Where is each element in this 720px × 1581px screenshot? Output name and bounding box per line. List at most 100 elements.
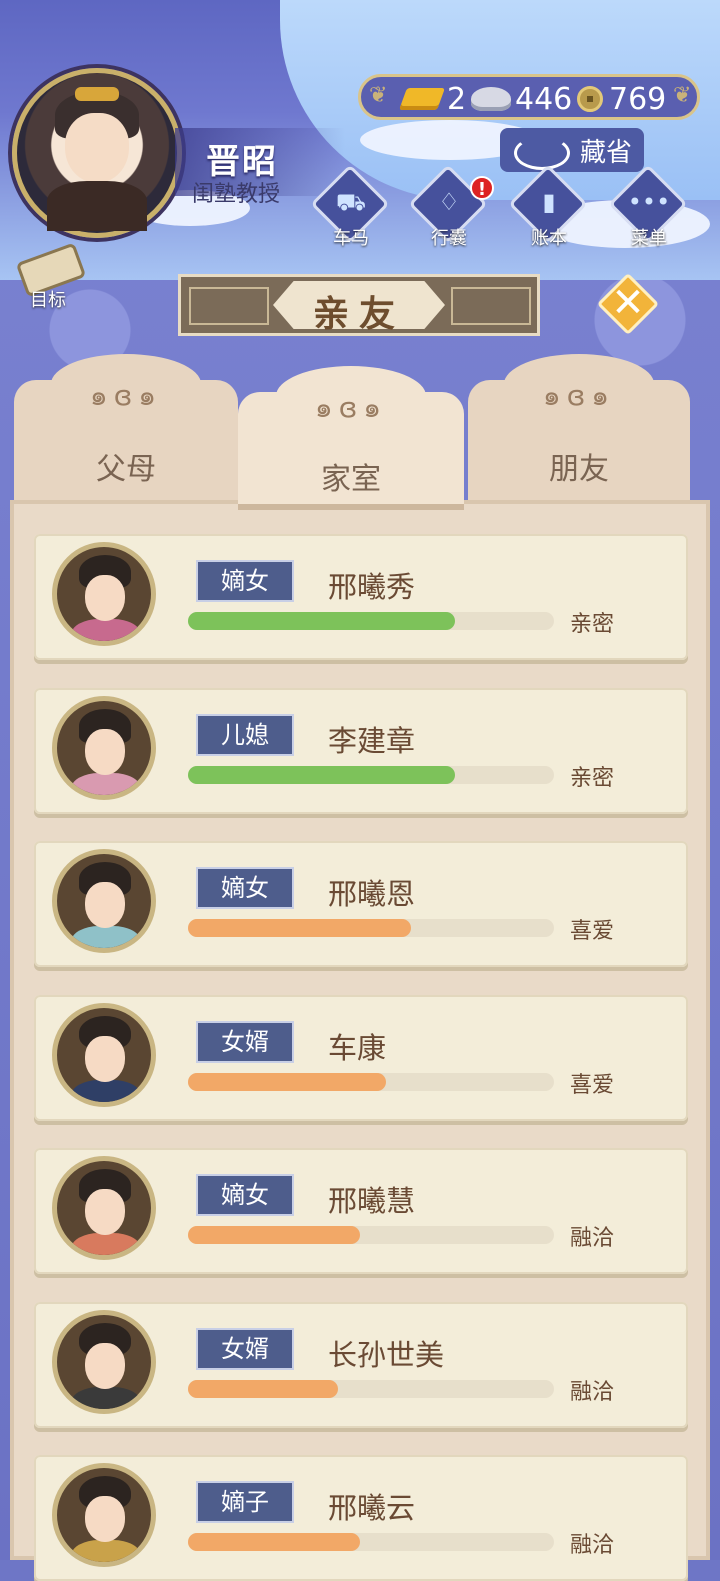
affection-bar: [188, 919, 554, 937]
ledger-button[interactable]: ▮ 账本: [508, 164, 588, 249]
player-avatar[interactable]: [12, 68, 182, 238]
relation-status: 融洽: [570, 1379, 615, 1405]
portrait-face: [85, 1342, 125, 1389]
relative-name: 车康: [328, 1030, 387, 1065]
notification-badge: !: [470, 176, 494, 200]
relative-card[interactable]: 嫡子 邢曦云 融洽: [34, 1455, 688, 1581]
gold-counter[interactable]: 2: [398, 81, 467, 117]
relative-role: 女婿: [196, 1020, 294, 1063]
affection-bar: [188, 1379, 554, 1398]
tab-family[interactable]: ๑ɞ๑ 家室: [238, 366, 464, 510]
affection-bar: [188, 765, 554, 784]
teapot-icon: [514, 136, 570, 170]
portrait-body: [71, 772, 141, 795]
collection-label: 藏省: [580, 138, 633, 168]
gold-amount: 2: [447, 81, 467, 117]
relation-status: 融洽: [570, 1226, 615, 1251]
affection-bar: [188, 612, 554, 630]
menu-label: 车马: [333, 228, 369, 249]
avatar-face: [65, 113, 129, 183]
portrait-face: [85, 728, 125, 775]
ledger-icon: ▮: [542, 188, 556, 216]
bamboo-icon: ❦: [673, 83, 692, 108]
affection-fill: [188, 1533, 361, 1551]
portrait-body: [71, 619, 141, 641]
relative-portrait: [52, 1002, 156, 1107]
carriage-icon: ⛟: [335, 188, 367, 216]
avatar-crown: [75, 87, 119, 101]
affection-fill: [188, 1379, 339, 1398]
affection-fill: [188, 1226, 361, 1244]
relative-card[interactable]: 儿媳 李建章 亲密: [34, 687, 688, 814]
relative-portrait: [52, 1156, 156, 1260]
coin-counter[interactable]: 769: [577, 81, 666, 117]
affection-fill: [188, 1072, 386, 1091]
panel-title: 亲友: [312, 294, 405, 335]
affection-fill: [188, 765, 456, 784]
relative-name: 邢曦秀: [328, 570, 416, 604]
silver-amount: 446: [515, 81, 573, 117]
relation-status: 喜爱: [570, 1072, 615, 1098]
relative-card[interactable]: 女婿 长孙世美 融洽: [34, 1301, 688, 1428]
silver-counter[interactable]: 446: [471, 81, 572, 117]
menu-label: 菜单: [631, 228, 667, 249]
tab-label: 朋友: [549, 452, 609, 487]
affection-bar: [188, 1533, 554, 1551]
relation-status: 亲密: [570, 612, 615, 637]
relative-name: 邢曦慧: [328, 1184, 416, 1218]
relative-name: 邢曦恩: [328, 877, 416, 911]
goal-button[interactable]: 目标: [10, 242, 87, 311]
tab-label: 父母: [96, 452, 156, 487]
relative-role: 嫡女: [196, 1174, 294, 1216]
portrait-body: [71, 926, 141, 948]
relative-portrait: [52, 542, 156, 646]
relative-card[interactable]: 嫡女 邢曦恩 喜爱: [34, 841, 688, 967]
tab-friends[interactable]: ๑ɞ๑ 朋友: [468, 354, 690, 510]
portrait-body: [71, 1386, 141, 1409]
portrait-face: [85, 1496, 125, 1542]
relative-portrait: [52, 849, 156, 953]
currency-bar: ❦ 2 446 769 ❦: [358, 74, 700, 120]
bag-button[interactable]: ♢ 行囊 !: [408, 164, 494, 249]
copper-coin-icon: [577, 86, 603, 112]
relative-role: 嫡女: [196, 560, 294, 602]
relative-portrait: [52, 1463, 156, 1567]
relation-status: 融洽: [570, 1533, 615, 1558]
silver-ingot-icon: [471, 87, 511, 111]
portrait-body: [71, 1540, 141, 1562]
tab-parents[interactable]: ๑ɞ๑ 父母: [14, 354, 238, 510]
relative-name: 李建章: [328, 723, 416, 758]
more-menu-button[interactable]: ••• 菜单: [608, 164, 688, 249]
panel-title-banner: 亲友: [178, 274, 540, 336]
relation-status: 喜爱: [570, 919, 615, 944]
relative-portrait: [52, 695, 156, 800]
relative-role: 嫡女: [196, 867, 294, 909]
relative-card[interactable]: 嫡女 邢曦慧 融洽: [34, 1148, 688, 1274]
close-button[interactable]: ✕: [596, 272, 660, 336]
cloud-swirl-icon: ๑ɞ๑: [89, 379, 163, 412]
close-icon: ✕: [611, 280, 645, 326]
menu-label: 行囊: [431, 228, 467, 249]
relative-card[interactable]: 嫡女 邢曦秀 亲密: [34, 534, 688, 660]
portrait-face: [85, 1035, 125, 1082]
cloud-swirl-icon: ๑ɞ๑: [542, 379, 616, 412]
relative-role: 女婿: [196, 1327, 294, 1370]
affection-bar: [188, 1226, 554, 1244]
collection-button[interactable]: 藏省: [500, 128, 644, 172]
portrait-body: [71, 1079, 141, 1102]
more-icon: •••: [627, 188, 671, 216]
portrait-face: [85, 1189, 125, 1235]
relative-name: 长孙世美: [328, 1337, 445, 1372]
carriage-button[interactable]: ⛟ 车马: [310, 164, 390, 249]
bamboo-icon: ❦: [369, 83, 388, 108]
relative-card[interactable]: 女婿 车康 喜爱: [34, 994, 688, 1121]
affection-bar: [188, 1072, 554, 1091]
relative-name: 邢曦云: [328, 1491, 416, 1525]
relative-role: 儿媳: [196, 713, 294, 756]
portrait-face: [85, 575, 125, 621]
relative-portrait: [52, 1309, 156, 1414]
goal-label: 目标: [30, 290, 66, 311]
gold-ingot-icon: [398, 88, 446, 110]
portrait-body: [71, 1233, 141, 1255]
affection-fill: [188, 919, 412, 937]
